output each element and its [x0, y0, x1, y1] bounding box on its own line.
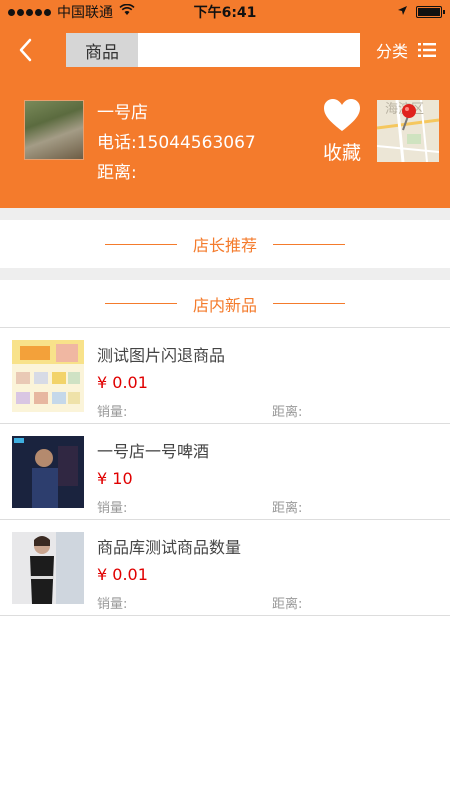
distance-label: 距离: [272, 597, 303, 612]
section-divider [0, 268, 450, 280]
product-item[interactable]: 测试图片闪退商品 ¥ 0.01 销量: 距离: [0, 328, 450, 424]
product-list: 测试图片闪退商品 ¥ 0.01 销量: 距离: 一号店一号啤酒 ¥ 10 销量:… [0, 328, 450, 616]
section-divider [0, 208, 450, 220]
store-image [24, 100, 84, 160]
new-products-section: 店内新品 [0, 280, 450, 328]
back-button[interactable] [0, 24, 50, 76]
product-image [12, 340, 84, 412]
store-distance: 距离: [97, 163, 137, 183]
chevron-left-icon [19, 38, 32, 62]
divider-line [273, 243, 345, 245]
carrier-name: 中国联通 [57, 5, 113, 21]
sales-label: 销量: [97, 405, 128, 420]
category-button[interactable]: 分类 [376, 24, 436, 76]
distance-label: 距离: [272, 405, 303, 420]
search-bar: 商品 [66, 33, 360, 67]
new-products-title: 店内新品 [192, 295, 257, 315]
favorite-label: 收藏 [322, 142, 361, 164]
status-bar: 中国联通 下午6:41 [0, 0, 450, 24]
product-meta: 销量: 距离: [97, 401, 427, 420]
sales-label: 销量: [97, 501, 128, 516]
category-label: 分类 [375, 42, 408, 61]
product-image [12, 532, 84, 604]
signal-icon [8, 8, 51, 16]
product-item[interactable]: 一号店一号啤酒 ¥ 10 销量: 距离: [0, 424, 450, 520]
product-image [12, 436, 84, 508]
list-icon [418, 43, 436, 57]
manager-recommend-title: 店长推荐 [192, 236, 257, 255]
favorite-button[interactable]: 收藏 [316, 98, 368, 165]
product-name: 商品库测试商品数量 [97, 538, 242, 557]
product-price: ¥ 0.01 [97, 373, 148, 392]
search-category-selector[interactable]: 商品 [66, 33, 138, 67]
product-meta: 销量: 距离: [97, 497, 427, 516]
divider-line [273, 303, 345, 304]
manager-recommend-section[interactable]: 店长推荐 [0, 220, 450, 268]
product-name: 一号店一号啤酒 [97, 442, 210, 461]
divider-line [104, 243, 177, 245]
product-name: 测试图片闪退商品 [97, 346, 226, 365]
distance-label: 距离: [272, 501, 303, 516]
store-header: 一号店 电话:15044563067 距离: 收藏 海淀区 [0, 76, 450, 208]
sales-label: 销量: [97, 597, 128, 612]
store-info: 一号店 电话:15044563067 距离: [97, 98, 256, 188]
product-meta: 销量: 距离: [97, 593, 427, 612]
store-phone[interactable]: 电话:15044563067 [97, 128, 256, 158]
navigation-bar: 商品 分类 [0, 24, 450, 76]
product-price: ¥ 10 [97, 469, 133, 488]
product-item[interactable]: 商品库测试商品数量 ¥ 0.01 销量: 距离: [0, 520, 450, 616]
search-input[interactable] [138, 33, 360, 67]
heart-icon [324, 99, 360, 131]
product-price: ¥ 0.01 [97, 565, 148, 584]
battery-icon [416, 6, 445, 18]
wifi-icon [119, 3, 135, 20]
divider-line [104, 303, 177, 304]
store-map[interactable]: 海淀区 [377, 100, 439, 162]
location-arrow-icon [397, 4, 408, 20]
store-name: 一号店 [97, 103, 148, 123]
